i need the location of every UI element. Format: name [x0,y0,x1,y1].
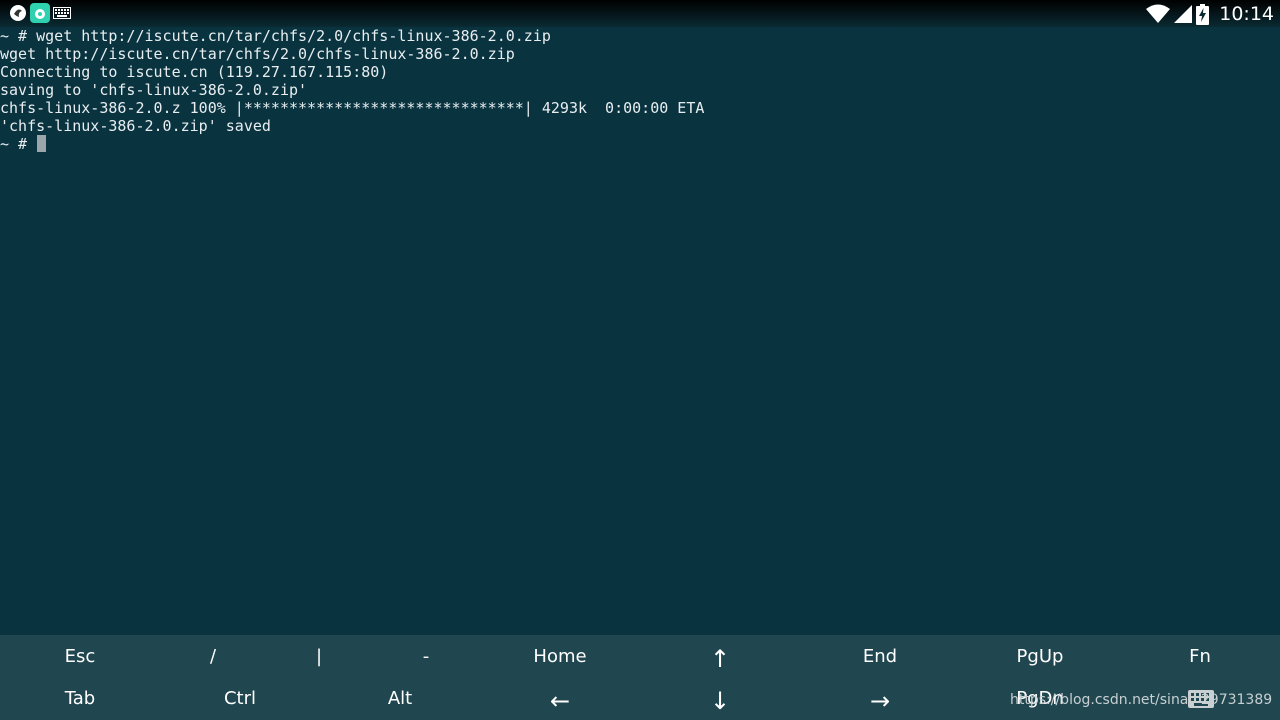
alt-key[interactable]: Alt [320,678,480,720]
ctrl-key[interactable]: Ctrl [160,678,320,720]
terminal-prompt-line[interactable]: ~ # [0,135,47,153]
watermark: https://blog.csdn.net/sinat_29731389 [1010,692,1273,708]
terminal-line: chfs-linux-386-2.0.z 100% |*************… [0,99,705,117]
arrow-left-key[interactable]: ← [480,680,640,720]
fn-key[interactable]: Fn [1120,636,1280,678]
termux-screen: 10:14 ~ # wget http://iscute.cn/tar/chfs… [0,0,1280,720]
terminal-line: 'chfs-linux-386-2.0.zip' saved [0,117,271,135]
app-icon-1 [10,5,26,21]
keyboard-notification-icon [53,7,71,19]
cell-signal-icon [1174,5,1193,23]
terminal-line: ~ # wget http://iscute.cn/tar/chfs/2.0/c… [0,27,551,45]
clock: 10:14 [1219,3,1274,25]
terminal-line: saving to 'chfs-linux-386-2.0.zip' [0,81,308,99]
shell-prompt: ~ # [0,135,37,153]
end-key[interactable]: End [800,636,960,678]
battery-charging-icon [1196,3,1210,25]
pgup-key[interactable]: PgUp [960,636,1120,678]
wifi-icon [1146,4,1171,23]
text-cursor [37,135,47,152]
terminal-line: Connecting to iscute.cn (119.27.167.115:… [0,63,389,81]
arrow-up-key[interactable]: ↑ [640,638,800,680]
notification-icons [9,3,71,23]
status-right: 10:14 [1146,2,1274,26]
arrow-right-key[interactable]: → [800,680,960,720]
home-key[interactable]: Home [480,636,640,678]
tab-key[interactable]: Tab [0,678,160,720]
app-icon-2 [30,3,50,23]
terminal-output[interactable]: ~ # wget http://iscute.cn/tar/chfs/2.0/c… [0,27,1280,635]
status-bar: 10:14 [0,0,1280,27]
terminal-line: wget http://iscute.cn/tar/chfs/2.0/chfs-… [0,45,515,63]
arrow-down-key[interactable]: ↓ [640,680,800,720]
